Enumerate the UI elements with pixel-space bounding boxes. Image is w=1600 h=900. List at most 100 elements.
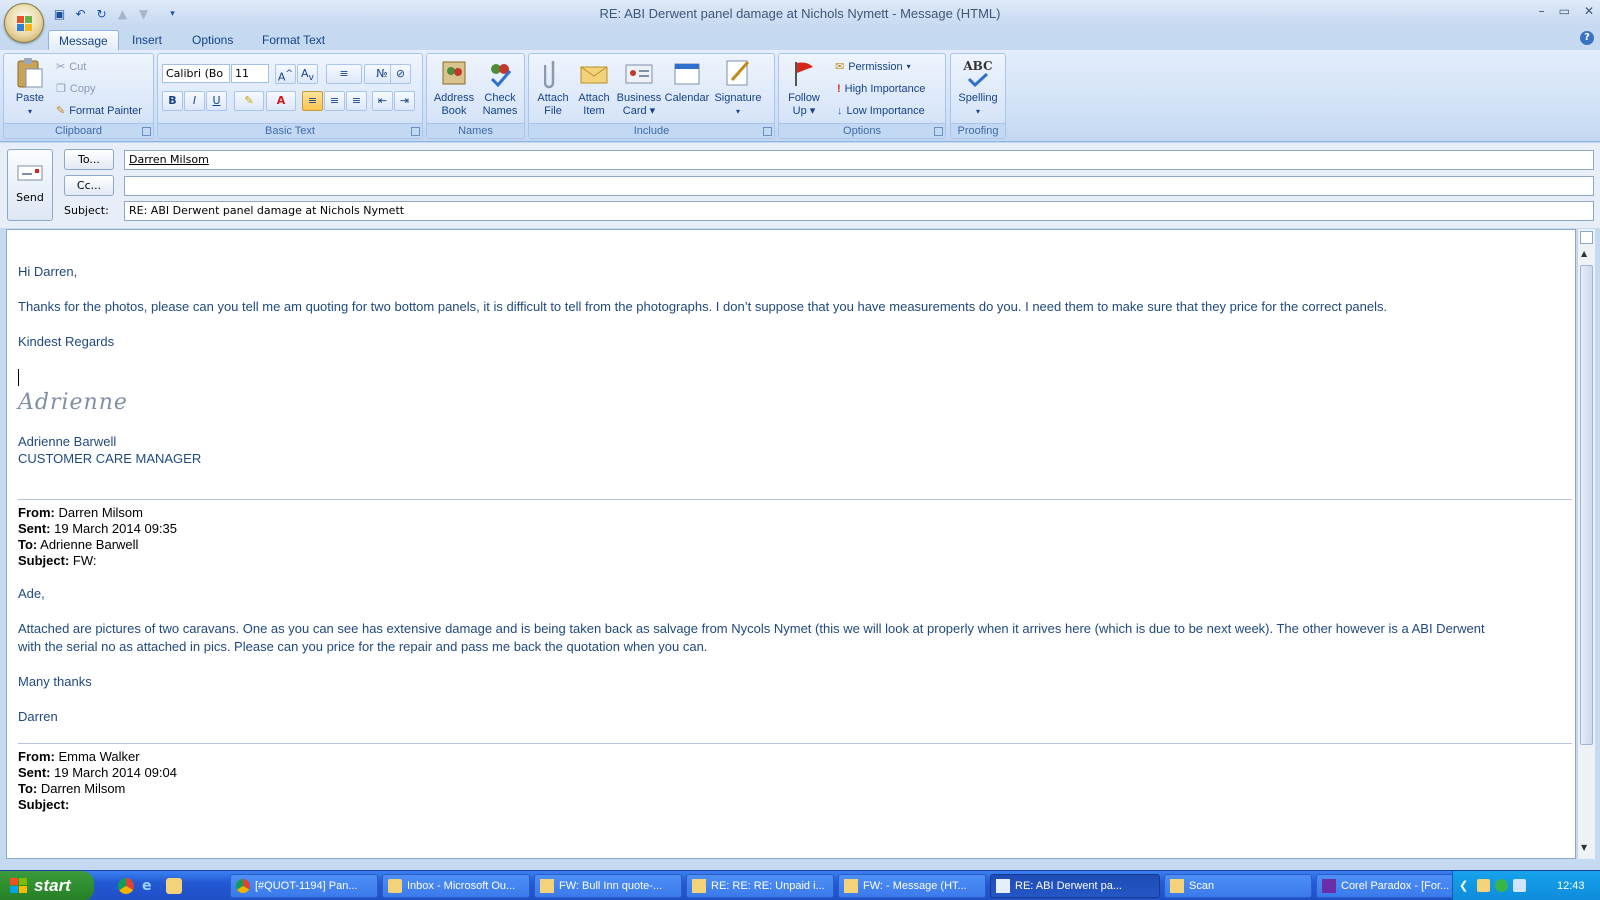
address-book-button[interactable]: Address Book [431,57,477,118]
font-name-select[interactable]: Calibri (Bo [162,64,230,83]
signature-icon [722,57,754,89]
taskbar-button-inbox[interactable]: Inbox - Microsoft Ou... [382,874,530,898]
calendar-button[interactable]: Calendar [663,57,711,105]
send-button[interactable]: Send [7,149,53,221]
align-right-button[interactable]: ≡ [346,91,367,111]
quoted2-from: From: Emma Walker [18,749,140,764]
quoted2-sent: Sent: 19 March 2014 09:04 [18,765,177,780]
message-body[interactable]: Hi Darren, Thanks for the photos, please… [6,229,1576,859]
to-field[interactable]: Darren Milsom [124,150,1594,170]
taskbar-button-fw-message[interactable]: FW: - Message (HT... [838,874,986,898]
envelope-icon [692,879,706,893]
clipboard-launcher-icon[interactable] [142,127,151,136]
permission-icon: ✉ [835,61,845,73]
taskbar-button-scan[interactable]: Scan [1164,874,1312,898]
quoted-from: From: Darren Milsom [18,505,143,520]
chrome-icon[interactable] [118,878,134,894]
low-importance-button[interactable]: ↓ Low Importance [837,102,925,120]
options-launcher-icon[interactable] [934,127,943,136]
underline-button[interactable]: U [206,91,227,111]
paperclip-icon [537,57,569,89]
handwritten-signature: Adrienne [18,390,128,415]
tray-network-icon[interactable] [1513,879,1526,892]
close-button[interactable]: ✕ [1584,4,1594,18]
tray-expand-icon[interactable]: ❮ [1459,871,1468,900]
title-bar: ▣ ↶ ↻ ▲ ▼ ▾ RE: ABI Derwent panel damage… [0,0,1600,43]
taskbar-button-bull-inn[interactable]: FW: Bull Inn quote-... [534,874,682,898]
font-size-select[interactable]: 11 [231,64,269,83]
office-button[interactable] [4,3,44,43]
decrease-indent-button[interactable]: ⇤ [372,91,393,111]
taskbar-button-corel-paradox[interactable]: Corel Paradox - [For... [1316,874,1454,898]
closing: Kindest Regards [18,334,115,349]
send-icon [17,165,43,181]
scroll-up-icon[interactable]: ▲ [1581,249,1587,258]
attach-file-button[interactable]: Attach File [531,57,575,118]
cut-button[interactable]: ✂ Cut [56,58,86,76]
tab-insert[interactable]: Insert [122,30,172,51]
check-names-button[interactable]: Check Names [477,57,523,118]
to-recipient[interactable]: Darren Milsom [129,153,209,166]
quoted-signoff: Darren [18,709,58,724]
follow-up-button[interactable]: Follow Up ▾ [783,57,825,118]
font-color-button[interactable]: A [266,91,296,111]
highlight-button[interactable]: ✎ [234,91,264,111]
include-launcher-icon[interactable] [763,127,772,136]
spelling-button[interactable]: ABC Spelling ▾ [953,57,1003,118]
styles-button[interactable]: ⊘ [390,64,411,84]
cc-field[interactable] [124,176,1594,196]
italic-button[interactable]: I [184,91,205,111]
bold-button[interactable]: B [162,91,183,111]
quoted-sent: Sent: 19 March 2014 09:35 [18,521,177,536]
ie-icon[interactable]: e [142,878,158,894]
format-painter-button[interactable]: ✎ Format Painter [56,102,142,120]
envelope-attach-icon [578,57,610,89]
help-icon[interactable]: ? [1580,31,1594,45]
high-importance-button[interactable]: ! High Importance [837,80,925,98]
to-button[interactable]: To... [64,149,114,170]
tab-options[interactable]: Options [182,30,243,51]
address-book-icon [438,57,470,89]
start-button[interactable]: start [0,871,94,900]
permission-button[interactable]: ✉ Permission ▾ [835,58,911,76]
quoted-body-line-1: Attached are pictures of two caravans. O… [18,621,1485,636]
window-controls: – ▭ ✕ [1539,4,1594,18]
sender-name: Adrienne Barwell [18,434,117,449]
tab-message[interactable]: Message [48,30,119,51]
align-left-button[interactable]: ≡ [302,91,323,111]
paste-icon [14,57,46,89]
ruler-toggle-icon[interactable] [1580,231,1593,244]
business-card-button[interactable]: Business Card ▾ [615,57,663,118]
minimize-button[interactable]: – [1539,4,1545,18]
taskbar-button-unpaid[interactable]: RE: RE: RE: Unpaid i... [686,874,834,898]
increase-indent-button[interactable]: ⇥ [394,91,415,111]
options-group-label: Options [779,123,945,138]
signature-button[interactable]: Signature ▾ [711,57,765,118]
scroll-down-icon[interactable]: ▼ [1581,843,1587,852]
taskbar-button-abi-derwent[interactable]: RE: ABI Derwent pa... [990,874,1160,898]
quote-divider [18,499,1572,500]
tray-outlook-icon[interactable] [1477,879,1490,892]
clipboard-group-label: Clipboard [4,123,153,138]
restore-button[interactable]: ▭ [1559,4,1570,18]
copy-icon: ❐ [56,83,66,95]
shrink-font-button[interactable]: Av [297,64,318,84]
tray-security-icon[interactable] [1495,879,1508,892]
clock[interactable]: 12:43 [1557,871,1585,900]
quoted-body-line-2: with the serial no as attached in pics. … [18,639,708,654]
cc-button[interactable]: Cc... [64,175,114,196]
vertical-scrollbar[interactable]: ▲ ▼ [1577,229,1595,859]
outlook-icon[interactable] [166,878,182,894]
align-center-button[interactable]: ≡ [324,91,345,111]
paste-button[interactable]: Paste ▾ [10,57,50,118]
subject-field[interactable]: RE: ABI Derwent panel damage at Nichols … [124,201,1594,221]
attach-item-button[interactable]: Attach Item [573,57,615,118]
outlook-icon [388,879,402,893]
grow-font-button[interactable]: A^ [275,64,296,84]
bullets-button[interactable]: ≡ [326,64,362,84]
taskbar-button-quot[interactable]: [#QUOT-1194] Pan... [230,874,378,898]
copy-button[interactable]: ❐ Copy [56,80,96,98]
tab-format-text[interactable]: Format Text [252,30,335,51]
scrollbar-thumb[interactable] [1580,265,1593,745]
basic-text-launcher-icon[interactable] [411,127,420,136]
